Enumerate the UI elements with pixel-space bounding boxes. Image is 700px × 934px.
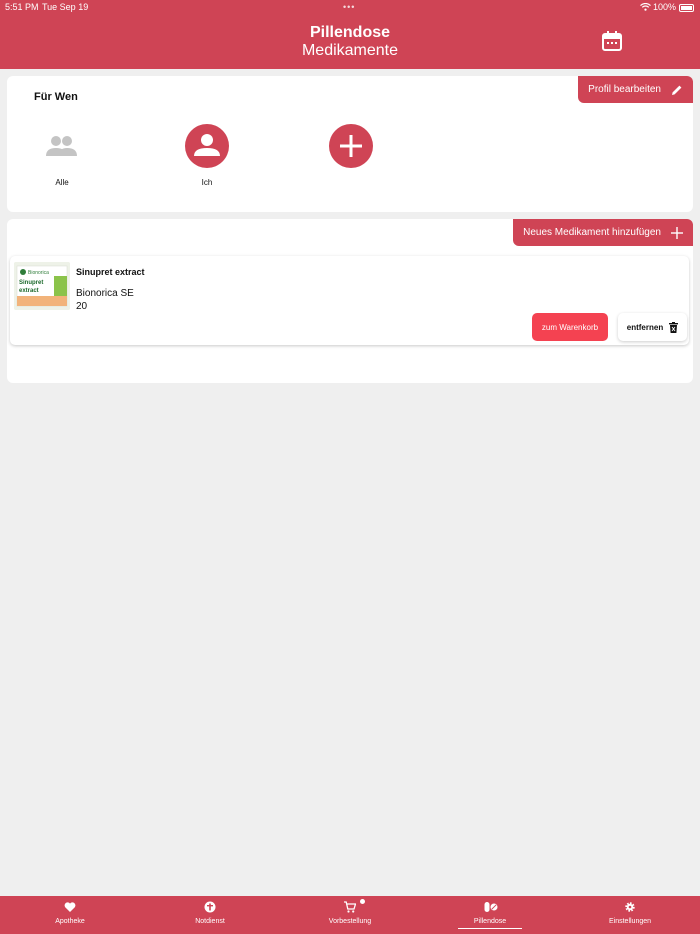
cart-badge [360, 899, 365, 904]
image-variant: extract [19, 288, 39, 294]
status-bar: 5:51 PM Tue Sep 19 ••• 100% [0, 2, 700, 14]
edit-profile-button[interactable]: Profil bearbeiten [578, 76, 693, 103]
status-time: 5:51 PM [5, 2, 39, 12]
profile-name: Ich [201, 178, 213, 187]
tab-einstellungen[interactable]: Einstellungen [560, 896, 700, 934]
page-title: Pillendose [309, 24, 391, 41]
add-medication-label: Neues Medikament hinzufügen [523, 227, 661, 238]
tab-label: Einstellungen [608, 918, 652, 925]
plus-icon [671, 226, 683, 239]
multitasking-dots-icon[interactable]: ••• [343, 2, 355, 12]
pencil-icon [672, 85, 682, 95]
add-profile-button[interactable] [321, 124, 381, 168]
profile-me[interactable]: Ich [177, 124, 237, 187]
profiles-card: Profil bearbeiten Für Wen Alle Ich [7, 76, 693, 212]
status-date: Tue Sep 19 [42, 2, 89, 12]
add-to-cart-button[interactable]: zum Warenkorb [532, 313, 608, 341]
wifi-icon [640, 3, 651, 11]
medication-name: Sinupret extract [76, 267, 145, 277]
profile-name: Alle [55, 178, 69, 187]
medications-card: Neues Medikament hinzufügen Bionorica Si… [7, 219, 693, 383]
medication-image: Bionorica Sinupret extract [14, 262, 70, 310]
calendar-icon[interactable] [601, 30, 623, 52]
pills-icon [484, 902, 498, 912]
add-to-cart-label: zum Warenkorb [541, 322, 599, 332]
heart-icon [64, 902, 76, 912]
group-icon [40, 124, 84, 168]
battery-icon [679, 4, 694, 12]
for-whom-label: Für Wen [34, 91, 78, 103]
tab-label: Pillendose [473, 918, 507, 925]
image-product: Sinupret [19, 280, 43, 286]
tab-pillendose[interactable]: Pillendose [420, 896, 560, 934]
edit-profile-label: Profil bearbeiten [588, 84, 661, 95]
battery-percent: 100% [653, 2, 677, 12]
medication-quantity: 20 [76, 301, 88, 312]
page-subtitle: Medikamente [301, 42, 399, 59]
profile-all[interactable]: Alle [32, 124, 92, 187]
person-icon [185, 124, 229, 168]
tab-label: Notdienst [195, 918, 225, 925]
tab-label: Vorbestellung [328, 918, 372, 925]
gear-icon [625, 902, 635, 912]
plus-icon [329, 124, 373, 168]
tab-notdienst[interactable]: Notdienst [140, 896, 280, 934]
tab-vorbestellung[interactable]: Vorbestellung [280, 896, 420, 934]
cart-icon [344, 901, 356, 913]
emergency-icon [204, 901, 216, 913]
active-tab-indicator [458, 928, 522, 929]
add-medication-button[interactable]: Neues Medikament hinzufügen [513, 219, 693, 246]
image-brand: Bionorica [28, 270, 49, 276]
tab-label: Apotheke [55, 918, 85, 925]
app-header: 5:51 PM Tue Sep 19 ••• 100% Pillendose M… [0, 0, 700, 69]
remove-button[interactable]: entfernen [618, 313, 687, 341]
remove-label: entfernen [626, 322, 664, 332]
trash-icon [669, 321, 679, 333]
tab-apotheke[interactable]: Apotheke [0, 896, 140, 934]
medication-item[interactable]: Bionorica Sinupret extract Sinupret extr… [10, 256, 689, 345]
tab-bar: Apotheke Notdienst Vorbestellung Pillend… [0, 896, 700, 934]
medication-manufacturer: Bionorica SE [76, 288, 134, 299]
